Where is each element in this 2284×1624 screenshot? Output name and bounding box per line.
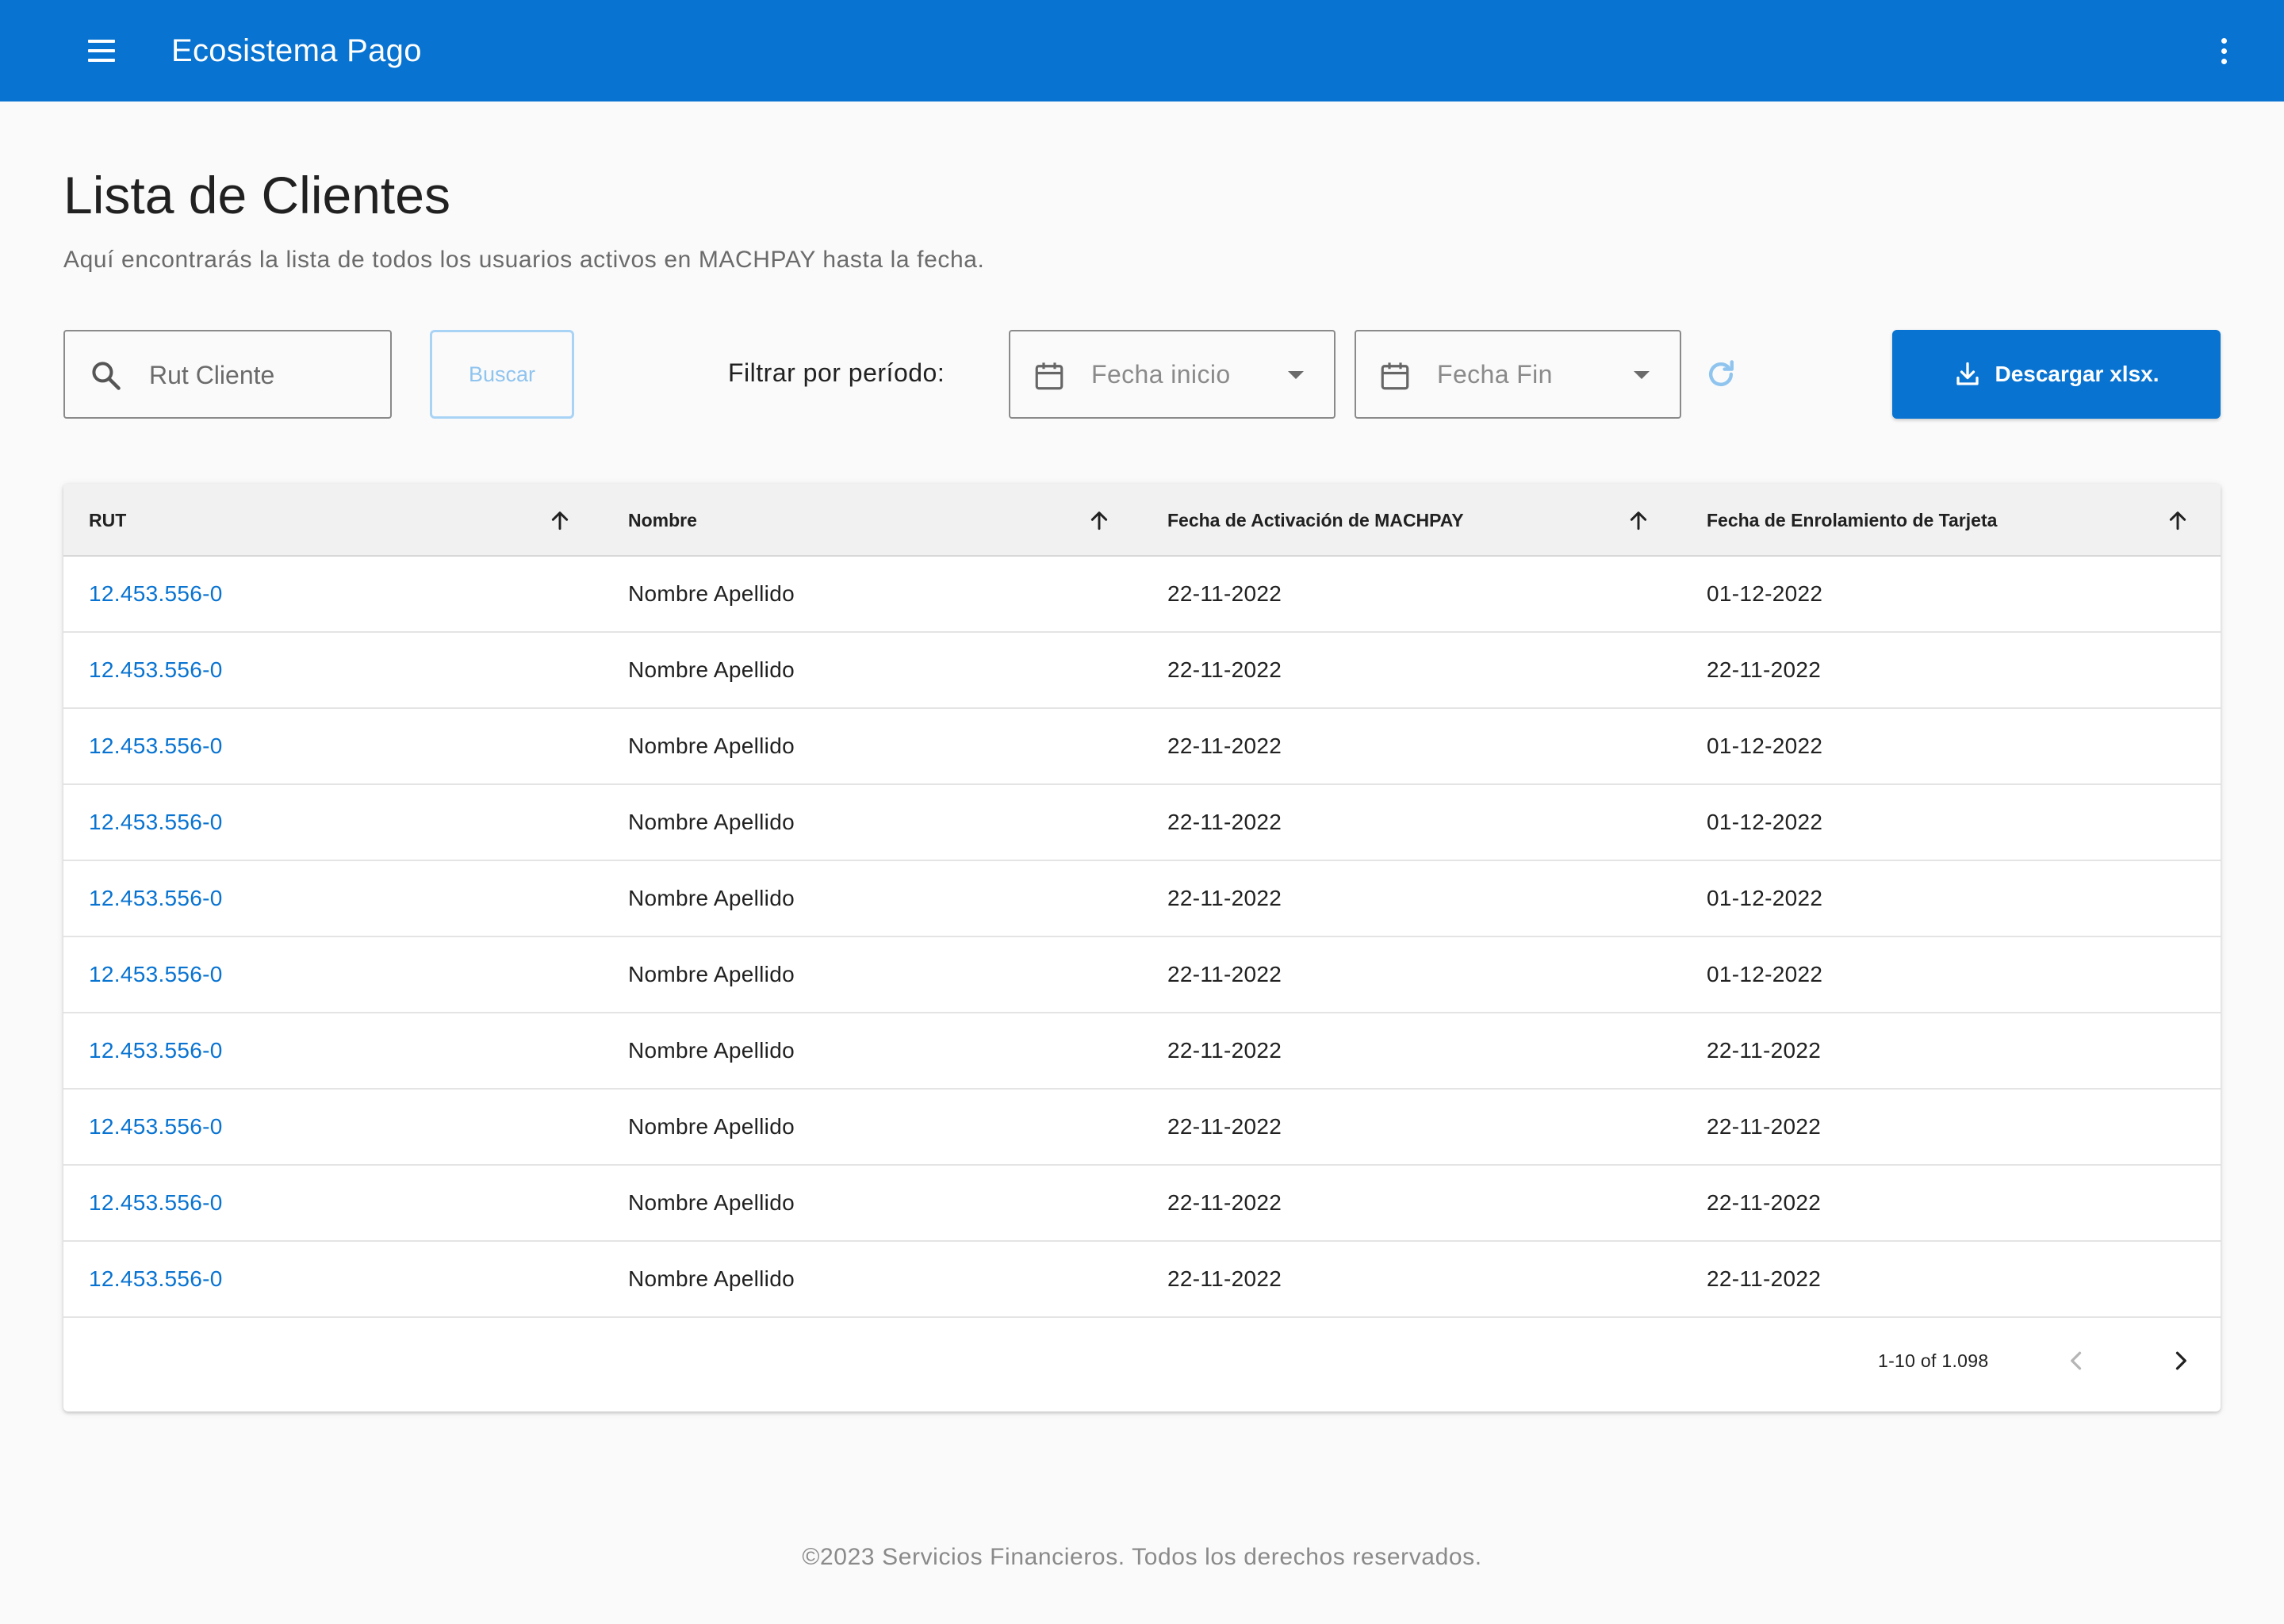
rut-link[interactable]: 12.453.556-0	[63, 709, 603, 783]
search-field[interactable]	[63, 330, 392, 419]
arrow-drop-down-icon	[1288, 371, 1304, 379]
column-header-label: RUT	[89, 509, 127, 530]
calendar-icon	[1381, 362, 1409, 390]
page-title: Lista de Clientes	[63, 166, 450, 224]
filter-label: Filtrar por período:	[728, 358, 945, 387]
activation-date-cell: 22-11-2022	[1167, 962, 1282, 986]
enrollment-date-cell: 22-11-2022	[1707, 1038, 1822, 1063]
search-icon	[92, 362, 121, 390]
activation-date-cell: 22-11-2022	[1167, 1114, 1282, 1139]
enrollment-date-cell: 22-11-2022	[1707, 657, 1822, 682]
chevron-left-icon[interactable]	[2062, 1346, 2090, 1375]
table-row: 12.453.556-0 Nombre Apellido 22-11-2022 …	[63, 1013, 2221, 1090]
table-row: 12.453.556-0 Nombre Apellido 22-11-2022 …	[63, 709, 2221, 785]
nombre-cell: Nombre Apellido	[628, 810, 795, 834]
nombre-cell: Nombre Apellido	[628, 886, 795, 910]
arrow-drop-down-icon	[1634, 371, 1650, 379]
enrollment-date-cell: 01-12-2022	[1707, 733, 1823, 758]
activation-date-cell: 22-11-2022	[1167, 581, 1282, 606]
enrollment-date-cell: 22-11-2022	[1707, 1266, 1822, 1291]
rut-link[interactable]: 12.453.556-0	[63, 1242, 603, 1316]
nombre-cell: Nombre Apellido	[628, 657, 795, 682]
chevron-right-icon[interactable]	[2167, 1346, 2195, 1375]
column-header-fecha-activacion[interactable]: Fecha de Activación de MACHPAY	[1142, 484, 1681, 557]
nombre-cell: Nombre Apellido	[628, 1266, 795, 1291]
rut-link[interactable]: 12.453.556-0	[63, 1013, 603, 1088]
pagination-range: 1-10 of 1.098	[1878, 1350, 1989, 1371]
table-row: 12.453.556-0 Nombre Apellido 22-11-2022 …	[63, 1090, 2221, 1166]
activation-date-cell: 22-11-2022	[1167, 1190, 1282, 1215]
enrollment-date-cell: 01-12-2022	[1707, 810, 1823, 834]
table-row: 12.453.556-0 Nombre Apellido 22-11-2022 …	[63, 785, 2221, 861]
nombre-cell: Nombre Apellido	[628, 962, 795, 986]
rut-link[interactable]: 12.453.556-0	[63, 937, 603, 1012]
arrow-up-icon[interactable]	[547, 508, 573, 533]
activation-date-cell: 22-11-2022	[1167, 810, 1282, 834]
menu-icon[interactable]	[79, 30, 124, 71]
column-header-label: Fecha de Activación de MACHPAY	[1167, 509, 1464, 530]
rut-link[interactable]: 12.453.556-0	[63, 1090, 603, 1164]
app-title: Ecosistema Pago	[171, 33, 422, 68]
enrollment-date-cell: 22-11-2022	[1707, 1190, 1822, 1215]
download-icon	[1956, 362, 1979, 385]
end-date-select[interactable]: Fecha Fin	[1355, 330, 1681, 419]
refresh-icon[interactable]	[1703, 357, 1738, 392]
activation-date-cell: 22-11-2022	[1167, 1038, 1282, 1063]
enrollment-date-cell: 01-12-2022	[1707, 962, 1823, 986]
nombre-cell: Nombre Apellido	[628, 733, 795, 758]
enrollment-date-cell: 01-12-2022	[1707, 886, 1823, 910]
table-row: 12.453.556-0 Nombre Apellido 22-11-2022 …	[63, 1242, 2221, 1318]
enrollment-date-cell: 22-11-2022	[1707, 1114, 1822, 1139]
arrow-up-icon[interactable]	[1626, 508, 1651, 533]
download-button-label: Descargar xlsx.	[1995, 362, 2159, 386]
nombre-cell: Nombre Apellido	[628, 581, 795, 606]
column-header-nombre[interactable]: Nombre	[603, 484, 1142, 557]
end-date-value: Fecha Fin	[1437, 360, 1553, 389]
rut-link[interactable]: 12.453.556-0	[63, 1166, 603, 1240]
search-button[interactable]: Buscar	[430, 330, 574, 419]
search-input[interactable]	[149, 355, 371, 395]
rut-link[interactable]: 12.453.556-0	[63, 785, 603, 860]
nombre-cell: Nombre Apellido	[628, 1190, 795, 1215]
table-row: 12.453.556-0 Nombre Apellido 22-11-2022 …	[63, 633, 2221, 709]
arrow-up-icon[interactable]	[1086, 508, 1112, 533]
table-header: RUT Nombre Fecha de Activación de MACHPA…	[63, 484, 2221, 557]
footer-copyright: ©2023 Servicios Financieros. Todos los d…	[802, 1544, 1482, 1570]
calendar-icon	[1035, 362, 1063, 390]
table-row: 12.453.556-0 Nombre Apellido 22-11-2022 …	[63, 1166, 2221, 1242]
arrow-up-icon[interactable]	[2165, 508, 2190, 533]
start-date-select[interactable]: Fecha inicio	[1009, 330, 1336, 419]
column-header-rut[interactable]: RUT	[63, 484, 603, 557]
app-bar: Ecosistema Pago	[0, 0, 2284, 102]
more-vert-icon[interactable]	[2202, 27, 2246, 75]
rut-link[interactable]: 12.453.556-0	[63, 633, 603, 707]
activation-date-cell: 22-11-2022	[1167, 886, 1282, 910]
column-header-fecha-enrolamiento[interactable]: Fecha de Enrolamiento de Tarjeta	[1681, 484, 2221, 557]
table-body: 12.453.556-0 Nombre Apellido 22-11-2022 …	[63, 557, 2221, 1318]
table-row: 12.453.556-0 Nombre Apellido 22-11-2022 …	[63, 861, 2221, 937]
table-row: 12.453.556-0 Nombre Apellido 22-11-2022 …	[63, 557, 2221, 633]
nombre-cell: Nombre Apellido	[628, 1114, 795, 1139]
activation-date-cell: 22-11-2022	[1167, 657, 1282, 682]
activation-date-cell: 22-11-2022	[1167, 733, 1282, 758]
nombre-cell: Nombre Apellido	[628, 1038, 795, 1063]
enrollment-date-cell: 01-12-2022	[1707, 581, 1823, 606]
activation-date-cell: 22-11-2022	[1167, 1266, 1282, 1291]
clients-table: RUT Nombre Fecha de Activación de MACHPA…	[63, 484, 2221, 1411]
start-date-value: Fecha inicio	[1091, 360, 1231, 389]
rut-link[interactable]: 12.453.556-0	[63, 861, 603, 936]
page-subtitle: Aquí encontrarás la lista de todos los u…	[63, 247, 985, 273]
rut-link[interactable]: 12.453.556-0	[63, 557, 603, 631]
table-row: 12.453.556-0 Nombre Apellido 22-11-2022 …	[63, 937, 2221, 1013]
column-header-label: Nombre	[628, 509, 697, 530]
column-header-label: Fecha de Enrolamiento de Tarjeta	[1707, 509, 1998, 530]
download-xlsx-button[interactable]: Descargar xlsx.	[1892, 330, 2221, 419]
